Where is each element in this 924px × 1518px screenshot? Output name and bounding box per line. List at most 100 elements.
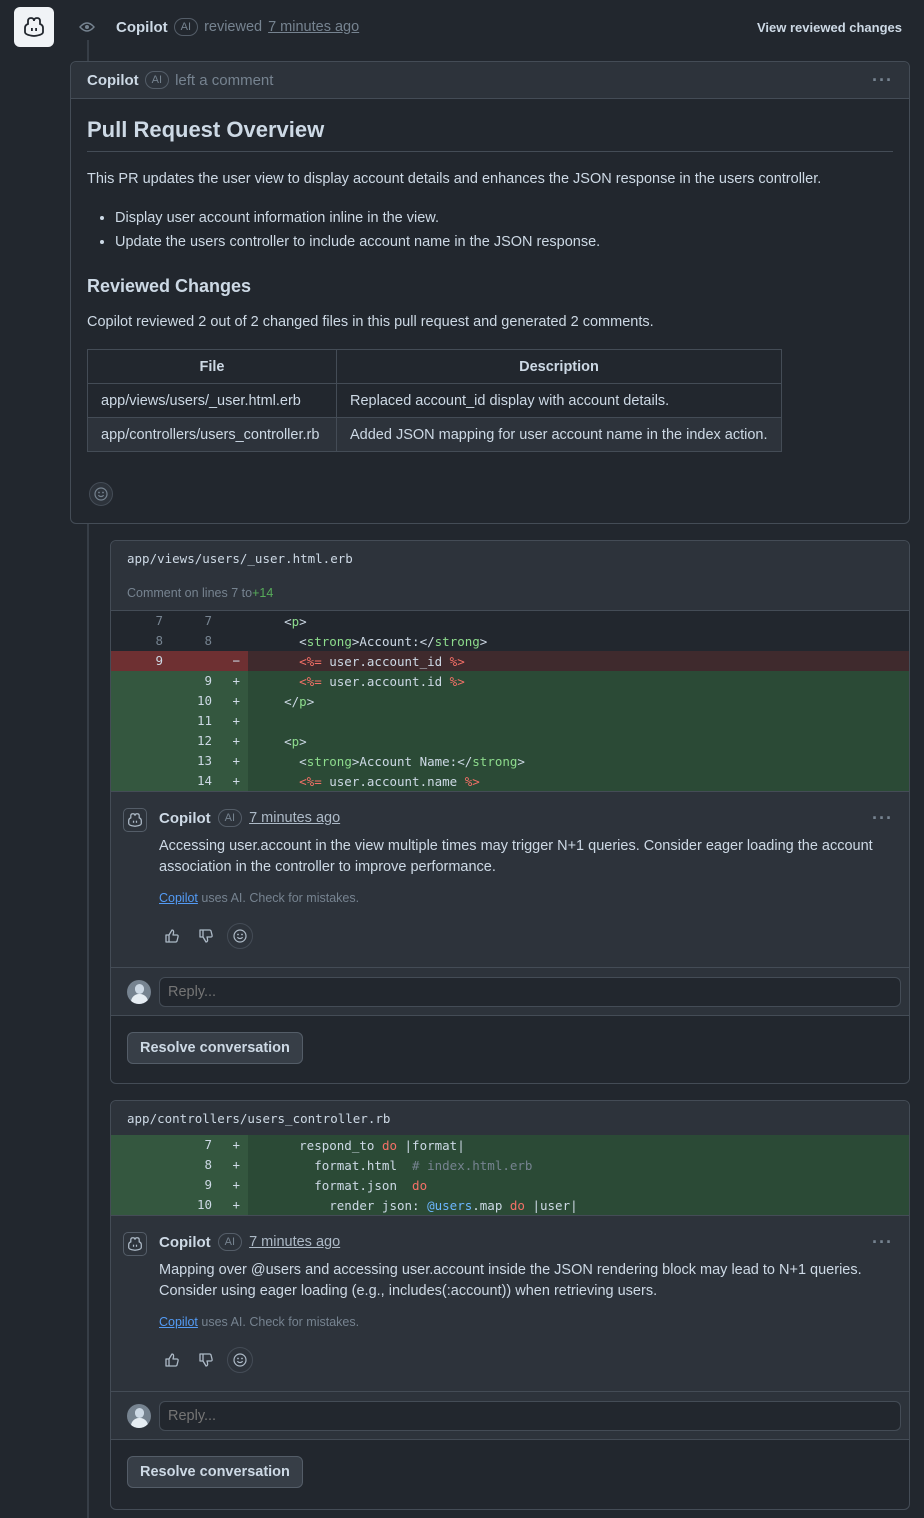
code-token: .map <box>472 1197 510 1213</box>
diff-line-add: 9 + <%= user.account.id %> <box>111 671 909 691</box>
old-line-number[interactable] <box>111 1155 163 1175</box>
comment-author[interactable]: Copilot <box>159 1234 211 1251</box>
comment-time[interactable]: 7 minutes ago <box>249 810 340 826</box>
comment-author[interactable]: Copilot <box>159 810 211 827</box>
ai-badge: AI <box>217 809 243 827</box>
code-token: %> <box>464 773 480 789</box>
old-line-number[interactable] <box>111 1195 163 1215</box>
new-line-number[interactable]: 7 <box>163 1135 212 1155</box>
copilot-avatar[interactable] <box>123 1232 147 1256</box>
new-line-number[interactable]: 14 <box>163 771 212 791</box>
old-line-number[interactable] <box>111 751 163 771</box>
disclaimer-text: uses AI. Check for mistakes. <box>197 891 360 905</box>
code-token: user.account.id <box>321 673 450 689</box>
reaction-row <box>159 923 893 967</box>
review-action: left a comment <box>175 71 274 89</box>
old-line-number[interactable] <box>111 711 163 731</box>
thumbs-up-icon[interactable] <box>159 923 185 949</box>
thread-file-path[interactable]: app/controllers/users_controller.rb <box>111 1101 909 1135</box>
thread-file-path[interactable]: app/views/users/_user.html.erb <box>111 541 909 575</box>
table-row: app/controllers/users_controller.rb Adde… <box>87 417 782 452</box>
old-line-number[interactable] <box>111 691 163 711</box>
diff-line-add: 7 + respond_to do |format| <box>111 1135 909 1155</box>
copilot-avatar[interactable] <box>14 7 54 47</box>
code-token: < <box>254 633 307 649</box>
code-token: <%= <box>299 653 322 669</box>
diff-sign: + <box>212 671 248 691</box>
code-token: %> <box>449 673 465 689</box>
code-token: <%= <box>299 773 322 789</box>
table-header-row: File Description <box>87 349 782 384</box>
event-time[interactable]: 7 minutes ago <box>268 19 359 35</box>
new-line-number[interactable]: 9 <box>163 1175 212 1195</box>
ai-disclaimer: Copilot uses AI. Check for mistakes. <box>159 1315 893 1329</box>
old-line-number[interactable] <box>111 771 163 791</box>
thumbs-down-icon[interactable] <box>193 923 219 949</box>
more-options-icon[interactable]: ··· <box>872 809 893 827</box>
copilot-link[interactable]: Copilot <box>159 1315 198 1329</box>
new-line-number[interactable] <box>163 651 212 671</box>
diff-code: render json: @users.map do |user| <box>248 1197 578 1213</box>
old-line-number[interactable] <box>111 1135 163 1155</box>
copilot-avatar[interactable] <box>123 808 147 832</box>
new-line-number[interactable]: 9 <box>163 671 212 691</box>
code-token: render json: <box>254 1197 428 1213</box>
reply-row <box>111 1391 909 1439</box>
new-line-number[interactable]: 8 <box>163 631 212 651</box>
overview-heading: Pull Request Overview <box>87 117 893 152</box>
old-line-number[interactable] <box>111 731 163 751</box>
view-reviewed-changes-link[interactable]: View reviewed changes <box>757 20 902 35</box>
old-line-number[interactable]: 8 <box>111 631 163 651</box>
old-line-number[interactable] <box>111 671 163 691</box>
new-line-number[interactable]: 11 <box>163 711 212 731</box>
new-line-number[interactable]: 10 <box>163 1195 212 1215</box>
new-line-number[interactable]: 13 <box>163 751 212 771</box>
add-reaction-button[interactable] <box>89 482 113 506</box>
diff-sign <box>212 611 248 631</box>
reviewed-files-table: File Description app/views/users/_user.h… <box>87 349 782 452</box>
thumbs-down-icon[interactable] <box>193 1347 219 1373</box>
reply-row <box>111 967 909 1015</box>
thumbs-up-icon[interactable] <box>159 1347 185 1373</box>
line-range-end: +14 <box>252 585 274 600</box>
disclaimer-text: uses AI. Check for mistakes. <box>197 1315 360 1329</box>
add-reaction-button[interactable] <box>227 1347 253 1373</box>
old-line-number[interactable]: 9 <box>111 651 163 671</box>
diff-line-add: 13 + <strong>Account Name:</strong> <box>111 751 909 771</box>
comment-time[interactable]: 7 minutes ago <box>249 1234 340 1250</box>
new-line-number[interactable]: 12 <box>163 731 212 751</box>
comment-body: Mapping over @users and accessing user.a… <box>159 1262 862 1299</box>
diff-code: respond_to do |format| <box>248 1138 465 1153</box>
diff-sign: + <box>212 1175 248 1195</box>
copilot-link[interactable]: Copilot <box>159 891 198 905</box>
new-line-number[interactable]: 10 <box>163 691 212 711</box>
diff-sign: + <box>212 1155 248 1175</box>
review-author[interactable]: Copilot <box>87 72 139 89</box>
diff-line-del: 9 − <%= user.account_id %> <box>111 651 909 671</box>
reply-input[interactable] <box>159 976 901 1007</box>
new-line-number[interactable]: 7 <box>163 611 212 631</box>
code-token: user.account_id <box>321 653 450 669</box>
diff-line-add: 10 + render json: @users.map do |user| <box>111 1195 909 1215</box>
more-options-icon[interactable]: ··· <box>872 1233 893 1251</box>
diff-code: <p> <box>248 734 307 749</box>
more-options-icon[interactable]: ··· <box>872 71 893 89</box>
ai-badge: AI <box>144 71 170 89</box>
comment-body: Accessing user.account in the view multi… <box>159 838 873 875</box>
reply-input[interactable] <box>159 1400 901 1431</box>
add-reaction-button[interactable] <box>227 923 253 949</box>
event-author[interactable]: Copilot <box>116 19 168 36</box>
resolve-conversation-button[interactable]: Resolve conversation <box>127 1455 303 1488</box>
resolve-conversation-button[interactable]: Resolve conversation <box>127 1031 303 1064</box>
ai-badge: AI <box>217 1233 243 1251</box>
code-token: strong <box>306 753 352 769</box>
diff-code: <%= user.account_id %> <box>248 654 465 669</box>
code-token: |user| <box>524 1197 578 1213</box>
event-action: reviewed <box>204 19 263 35</box>
new-line-number[interactable]: 8 <box>163 1155 212 1175</box>
code-token: strong <box>472 753 518 769</box>
old-line-number[interactable]: 7 <box>111 611 163 631</box>
old-line-number[interactable] <box>111 1175 163 1195</box>
diff-sign: + <box>212 711 248 731</box>
